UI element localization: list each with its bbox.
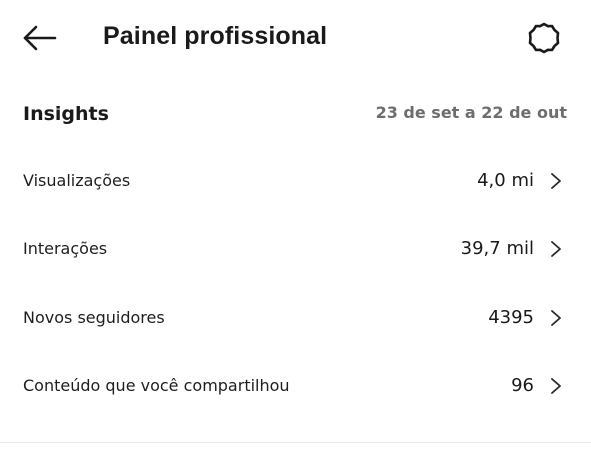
chevron-right-icon <box>551 173 561 189</box>
chevron-right-icon <box>551 310 561 326</box>
date-range-selector[interactable]: 23 de set a 22 de out <box>376 96 567 129</box>
insights-header: Insights 23 de set a 22 de out <box>0 96 591 132</box>
header: Painel profissional <box>0 0 591 76</box>
metric-value: 4,0 mi <box>477 170 534 191</box>
metric-row-visualizacoes[interactable]: Visualizações 4,0 mi <box>0 153 591 209</box>
gear-icon <box>528 22 560 54</box>
metric-row-conteudo-compartilhado[interactable]: Conteúdo que você compartilhou 96 <box>0 358 591 414</box>
insights-title: Insights <box>23 103 109 125</box>
metric-row-interacoes[interactable]: Interações 39,7 mil <box>0 221 591 277</box>
metric-label: Novos seguidores <box>23 308 165 327</box>
page-title: Painel profissional <box>103 22 328 50</box>
settings-button[interactable] <box>524 18 564 58</box>
metric-row-novos-seguidores[interactable]: Novos seguidores 4395 <box>0 290 591 346</box>
metric-label: Conteúdo que você compartilhou <box>23 376 290 395</box>
back-button[interactable] <box>20 20 60 56</box>
metric-label: Interações <box>23 239 108 258</box>
chevron-right-icon <box>551 241 561 257</box>
arrow-left-icon <box>23 25 57 51</box>
chevron-right-icon <box>551 378 561 394</box>
metric-value: 4395 <box>488 307 534 328</box>
metric-label: Visualizações <box>23 171 131 190</box>
divider <box>0 442 591 443</box>
metric-value: 96 <box>511 375 534 396</box>
metric-value: 39,7 mil <box>460 238 534 259</box>
